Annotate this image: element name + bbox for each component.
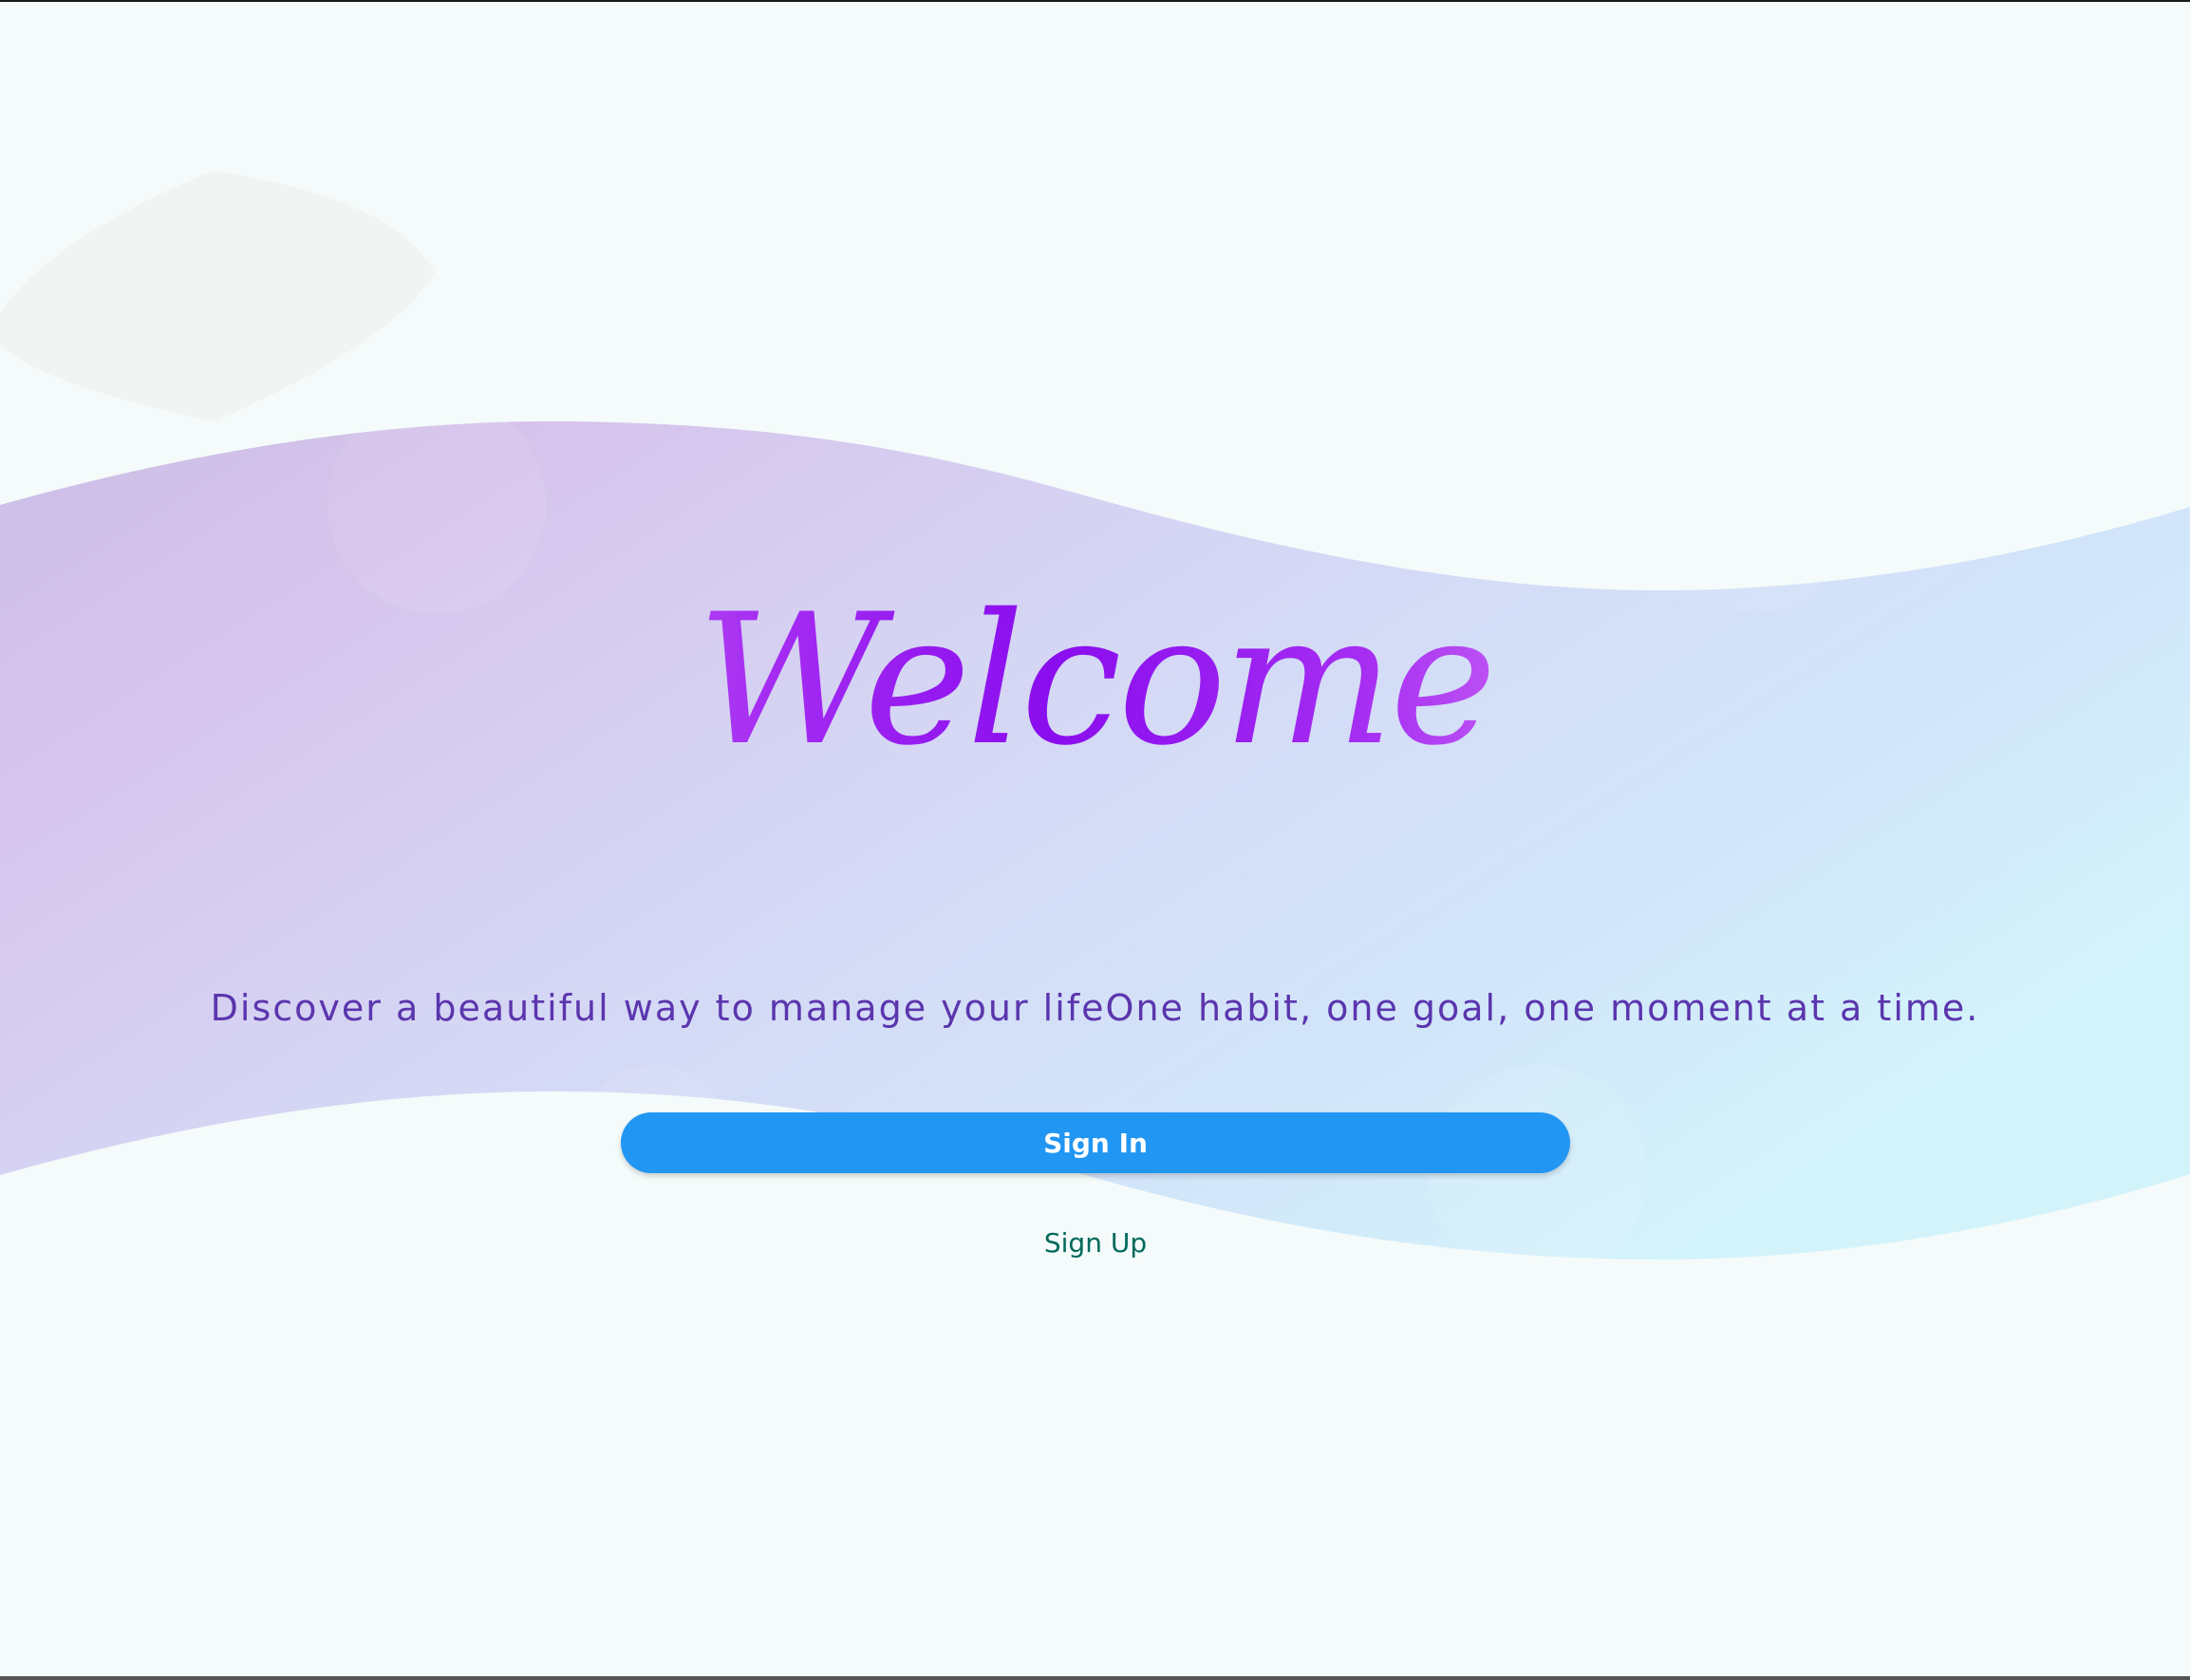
- welcome-title: Welcome: [0, 576, 2190, 785]
- sign-in-button[interactable]: Sign In: [621, 1112, 1570, 1173]
- sign-in-button-label: Sign In: [1043, 1127, 1148, 1159]
- background-bubble: [1429, 1065, 1647, 1283]
- background-blob: [0, 171, 435, 421]
- background-wave: [0, 171, 2190, 1283]
- window-bottom-edge: [0, 1676, 2190, 1680]
- welcome-screen: Welcome Discover a beautiful way to mana…: [0, 0, 2190, 1680]
- sign-up-link[interactable]: Sign Up: [953, 1222, 1238, 1265]
- welcome-tagline: Discover a beautiful way to manage your …: [210, 987, 1980, 1029]
